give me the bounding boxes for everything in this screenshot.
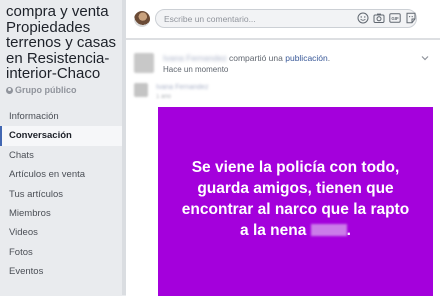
nav-item-chats[interactable]: Chats [0, 146, 122, 165]
current-user-avatar[interactable] [134, 11, 150, 27]
shared-author-name[interactable]: Ivana Fernandez [156, 84, 209, 91]
post-action-suffix: . [327, 53, 331, 63]
emoji-icon[interactable] [357, 12, 369, 24]
comment-composer: GIF [126, 0, 440, 39]
shared-post: Ivana Fernandez compartió una publicació… [126, 39, 440, 296]
nav-item-tus-articulos[interactable]: Tus artículos [0, 185, 122, 204]
group-sidebar: compra y venta Propiedades terrenos y ca… [0, 0, 122, 295]
author-name[interactable]: Ivana Fernandez [163, 53, 227, 63]
redacted-name [310, 223, 347, 236]
text-post-image[interactable]: Se viene la policía con todo, guarda ami… [158, 107, 433, 296]
svg-text:GIF: GIF [391, 16, 399, 21]
group-privacy-label: Grupo público [15, 85, 77, 95]
post-media-text: Se viene la policía con todo, guarda ami… [176, 157, 416, 241]
nav-item-articulos-en-venta[interactable]: Artículos en venta [0, 165, 122, 184]
post-media-text-main: Se viene la policía con todo, guarda ami… [181, 158, 410, 239]
group-privacy: Grupo público [6, 85, 77, 95]
shared-author-avatar[interactable] [134, 83, 148, 97]
group-nav: Información Conversación Chats Artículos… [0, 107, 122, 282]
gif-icon[interactable]: GIF [389, 12, 401, 24]
shared-post-timestamp[interactable]: 1 año [156, 94, 171, 100]
sticker-icon[interactable] [405, 12, 417, 24]
post-media-text-end: . [346, 221, 351, 239]
nav-item-miembros[interactable]: Miembros [0, 204, 122, 223]
group-name[interactable]: compra y venta Propiedades terrenos y ca… [6, 4, 122, 82]
post-action-text: compartió una publicación. [229, 53, 330, 63]
post-timestamp[interactable]: Hace un momento [163, 65, 228, 74]
camera-icon[interactable] [373, 12, 385, 24]
nav-item-conversacion[interactable]: Conversación [0, 126, 122, 146]
globe-icon [6, 86, 13, 94]
nav-item-fotos[interactable]: Fotos [0, 243, 122, 262]
nav-item-informacion[interactable]: Información [0, 107, 122, 126]
nav-item-videos[interactable]: Videos [0, 223, 122, 242]
post-action-verb: compartió una [229, 53, 286, 63]
chevron-down-icon[interactable] [420, 53, 430, 63]
nav-item-eventos[interactable]: Eventos [0, 262, 122, 281]
author-avatar[interactable] [134, 53, 154, 73]
publication-link[interactable]: publicación [285, 53, 328, 63]
